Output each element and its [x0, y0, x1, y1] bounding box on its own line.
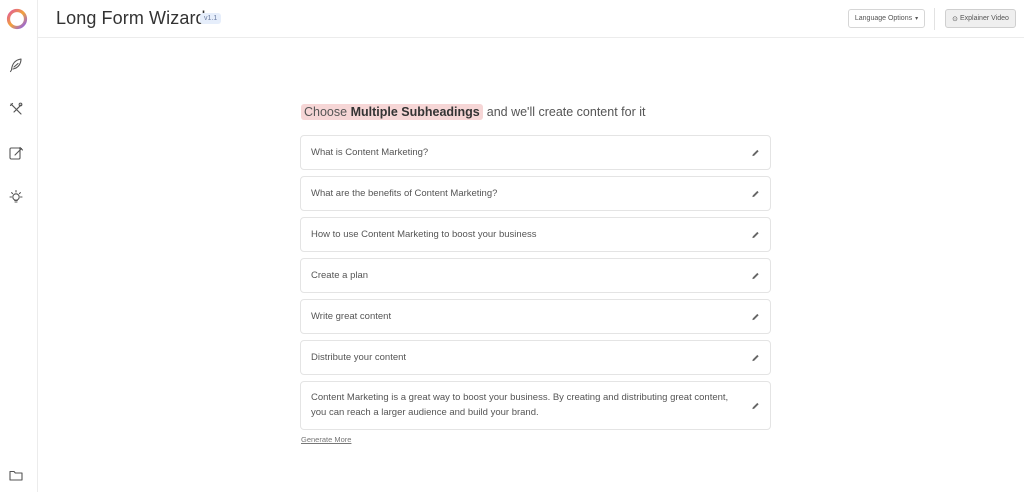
- app-root: Long Form Wizard v1.1 Language Options ▾…: [0, 0, 1024, 492]
- pencil-icon[interactable]: [751, 312, 760, 321]
- edit-note-icon: [9, 146, 24, 160]
- prompt-prefix: Choose: [304, 105, 348, 119]
- language-options-label: Language Options: [854, 15, 913, 22]
- prompt-highlight: Choose Multiple Subheadings: [301, 104, 483, 120]
- subheading-item[interactable]: Distribute your content: [300, 340, 771, 375]
- logo-ring-icon: [6, 8, 28, 30]
- subheading-prompt: Choose Multiple Subheadings and we'll cr…: [301, 103, 645, 121]
- generate-more-link[interactable]: Generate More: [301, 435, 351, 444]
- prompt-suffix: and we'll create content for it: [486, 105, 646, 119]
- subheading-item[interactable]: Write great content: [300, 299, 771, 334]
- version-badge: v1.1: [200, 13, 222, 24]
- language-options-button[interactable]: Language Options ▾: [848, 9, 925, 28]
- subheading-text: Create a plan: [311, 270, 369, 281]
- header-divider: [934, 8, 935, 30]
- subheading-item[interactable]: Create a plan: [300, 258, 771, 293]
- sidebar: [0, 0, 38, 492]
- caret-down-icon: ▾: [915, 16, 919, 22]
- pencil-icon[interactable]: [751, 271, 760, 280]
- prompt-highlight-text: Multiple Subheadings: [350, 105, 480, 119]
- sidebar-item-editor[interactable]: [7, 144, 25, 162]
- explainer-video-label: Explainer Video: [959, 15, 1009, 22]
- pencil-icon[interactable]: [751, 353, 760, 362]
- sidebar-item-ideas[interactable]: [7, 188, 25, 206]
- app-logo[interactable]: [5, 7, 29, 31]
- pencil-icon[interactable]: [751, 401, 760, 410]
- subheading-item[interactable]: What is Content Marketing?: [300, 135, 771, 170]
- subheading-list: What is Content Marketing? What are the …: [300, 135, 771, 436]
- tools-icon: [9, 102, 23, 115]
- subheading-text: How to use Content Marketing to boost yo…: [311, 229, 537, 240]
- pencil-icon[interactable]: [751, 148, 760, 157]
- subheading-text: Distribute your content: [311, 352, 407, 363]
- subheading-text: Content Marketing is a great way to boos…: [311, 392, 729, 418]
- feather-icon: [9, 58, 22, 73]
- sidebar-item-tools[interactable]: [7, 100, 25, 118]
- play-circle-icon: ⊙: [952, 15, 958, 23]
- top-header: Long Form Wizard v1.1 Language Options ▾…: [38, 0, 1024, 38]
- subheading-item[interactable]: Content Marketing is a great way to boos…: [300, 381, 771, 430]
- sidebar-item-feather[interactable]: [7, 56, 25, 74]
- subheading-item[interactable]: What are the benefits of Content Marketi…: [300, 176, 771, 211]
- folder-icon: [9, 470, 23, 481]
- explainer-video-button[interactable]: ⊙ Explainer Video: [945, 9, 1016, 28]
- sidebar-item-folder[interactable]: [7, 466, 25, 484]
- pencil-icon[interactable]: [751, 230, 760, 239]
- pencil-icon[interactable]: [751, 189, 760, 198]
- page-title: Long Form Wizard: [56, 8, 206, 28]
- lightbulb-icon: [9, 189, 23, 203]
- subheading-text: What are the benefits of Content Marketi…: [311, 188, 498, 199]
- subheading-text: What is Content Marketing?: [311, 147, 429, 158]
- subheading-item[interactable]: How to use Content Marketing to boost yo…: [300, 217, 771, 252]
- subheading-text: Write great content: [311, 311, 392, 322]
